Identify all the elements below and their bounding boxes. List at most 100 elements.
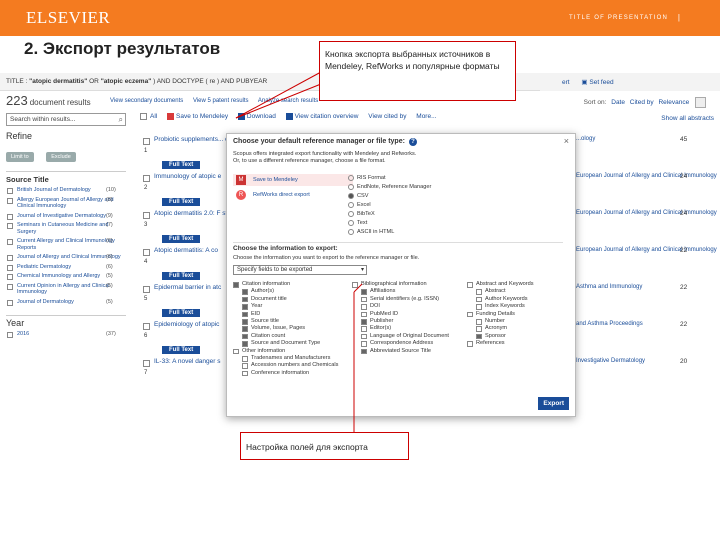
export-field-option[interactable]: Acronym <box>467 325 587 332</box>
export-field-checkbox[interactable] <box>467 311 473 318</box>
source-item[interactable]: British Journal of Dermatology (10) <box>6 187 126 194</box>
source-checkbox[interactable] <box>7 299 13 306</box>
export-field-checkbox[interactable] <box>476 326 482 332</box>
view-patent-link[interactable]: View 5 patent results <box>193 98 249 104</box>
row-checkbox[interactable] <box>143 249 150 256</box>
export-field-option[interactable]: Other information <box>233 348 353 355</box>
export-field-option[interactable]: Year <box>233 303 353 310</box>
export-field-option[interactable]: Volume, Issue, Pages <box>233 325 353 332</box>
export-field-checkbox[interactable] <box>361 311 367 318</box>
document-title-link[interactable]: Epidermal barrier in atc <box>154 284 221 291</box>
format-option[interactable]: ASCII in HTML <box>348 229 394 235</box>
close-icon[interactable]: × <box>564 136 569 146</box>
export-field-option[interactable]: Author Keywords <box>467 296 587 303</box>
source-checkbox[interactable] <box>7 274 13 280</box>
refworks-export-option[interactable]: R RefWorks direct export <box>233 190 310 200</box>
export-field-option[interactable]: Accession numbers and Chemicals <box>233 362 353 369</box>
more-button[interactable]: More... <box>416 113 436 120</box>
source-checkbox[interactable] <box>7 239 13 245</box>
export-field-checkbox[interactable] <box>242 296 248 303</box>
source-item[interactable]: Journal of Investigative Dermatology (9) <box>6 213 126 220</box>
export-field-option[interactable]: References <box>467 340 587 347</box>
source-title-link[interactable]: Investigative Dermatology <box>576 358 645 364</box>
source-checkbox[interactable] <box>7 197 13 204</box>
export-field-checkbox[interactable] <box>361 326 367 332</box>
export-field-checkbox[interactable] <box>242 333 248 340</box>
format-option[interactable]: BibTeX <box>348 211 375 217</box>
cited-by-count[interactable]: 22 <box>680 321 687 328</box>
export-field-option[interactable]: Document title <box>233 296 353 303</box>
export-field-option[interactable]: Number <box>467 318 587 325</box>
source-item[interactable]: Allergy European Journal of Allergy and … <box>6 197 126 210</box>
export-field-checkbox[interactable] <box>242 370 248 377</box>
export-field-option[interactable]: EID <box>233 311 353 318</box>
export-field-option[interactable]: Citation count <box>233 333 353 340</box>
limit-to-button[interactable]: Limit to <box>6 152 34 162</box>
format-radio[interactable] <box>348 175 354 181</box>
source-item[interactable]: Pediatric Dermatology (6) <box>6 264 126 271</box>
source-checkbox[interactable] <box>7 213 13 220</box>
search-within-input[interactable]: Search within results... ⌕ <box>6 113 126 126</box>
export-field-checkbox[interactable] <box>242 356 248 362</box>
view-secondary-link[interactable]: View secondary documents <box>110 98 183 104</box>
view-cited-by-button[interactable]: View cited by <box>368 113 406 120</box>
export-field-checkbox[interactable] <box>242 319 248 325</box>
row-checkbox[interactable] <box>143 138 150 145</box>
cited-by-count[interactable]: 24 <box>680 173 687 180</box>
cited-by-count[interactable]: 22 <box>680 284 687 291</box>
sort-direction-button[interactable] <box>695 97 706 108</box>
export-field-checkbox[interactable] <box>476 304 482 310</box>
source-checkbox[interactable] <box>7 255 13 261</box>
exclude-button[interactable]: Exclude <box>46 152 76 162</box>
document-title-link[interactable]: Immunology of atopic e <box>154 173 221 180</box>
export-field-checkbox[interactable] <box>361 319 367 325</box>
export-field-checkbox[interactable] <box>233 348 239 355</box>
export-field-checkbox[interactable] <box>352 282 358 288</box>
export-field-checkbox[interactable] <box>242 363 248 369</box>
select-all-label[interactable]: All <box>150 113 157 120</box>
row-checkbox[interactable] <box>143 323 150 330</box>
format-option[interactable]: EndNote, Reference Manager <box>348 184 431 190</box>
export-field-checkbox[interactable] <box>242 311 248 318</box>
full-text-button[interactable]: Full Text <box>162 235 201 243</box>
export-field-option[interactable]: Abstract <box>467 288 587 295</box>
full-text-button[interactable]: Full Text <box>162 346 201 354</box>
export-field-option[interactable]: Tradenames and Manufacturers <box>233 355 353 362</box>
export-field-option[interactable]: Author(s) <box>233 288 353 295</box>
format-option[interactable]: RIS Format <box>348 175 386 181</box>
search-icon[interactable]: ⌕ <box>119 115 123 125</box>
export-field-checkbox[interactable] <box>467 341 473 347</box>
export-field-option[interactable]: Abstract and Keywords <box>467 281 587 288</box>
format-radio[interactable] <box>348 193 354 199</box>
export-field-checkbox[interactable] <box>361 304 367 310</box>
source-item[interactable]: Chemical Immunology and Allergy (5) <box>6 273 126 280</box>
full-text-button[interactable]: Full Text <box>162 272 201 280</box>
export-field-option[interactable]: Sponsor <box>467 333 587 340</box>
export-field-option[interactable]: Index Keywords <box>467 303 587 310</box>
export-field-checkbox[interactable] <box>233 282 239 288</box>
export-field-option[interactable]: Affiliations <box>352 288 472 295</box>
export-field-checkbox[interactable] <box>242 326 248 332</box>
select-all-checkbox[interactable] <box>140 113 147 120</box>
view-citation-overview-button[interactable]: View citation overview <box>285 113 358 120</box>
source-checkbox[interactable] <box>7 223 13 229</box>
export-field-checkbox[interactable] <box>476 296 482 303</box>
export-field-checkbox[interactable] <box>476 333 482 340</box>
export-field-checkbox[interactable] <box>361 341 367 347</box>
help-icon[interactable]: ? <box>408 138 417 146</box>
export-field-option[interactable]: Citation information <box>233 281 353 288</box>
export-field-option[interactable]: Editor(s) <box>352 325 472 332</box>
export-field-option[interactable]: DOI <box>352 303 472 310</box>
year-item[interactable]: 2016 (37) <box>6 331 126 338</box>
sort-relevance[interactable]: Relevance <box>658 99 689 106</box>
export-field-checkbox[interactable] <box>242 304 248 310</box>
document-title-link[interactable]: IL-33: A novel danger s <box>154 358 221 365</box>
export-button[interactable]: Export <box>538 397 569 410</box>
export-field-checkbox[interactable] <box>361 289 367 295</box>
export-field-checkbox[interactable] <box>361 348 367 355</box>
format-radio[interactable] <box>348 211 354 217</box>
full-text-button[interactable]: Full Text <box>162 198 201 206</box>
export-field-option[interactable]: Bibliographical information <box>352 281 472 288</box>
mendeley-export-option[interactable]: M Save to Mendeley <box>233 174 353 186</box>
source-item[interactable]: Journal of Allergy and Clinical Immunolo… <box>6 254 126 261</box>
